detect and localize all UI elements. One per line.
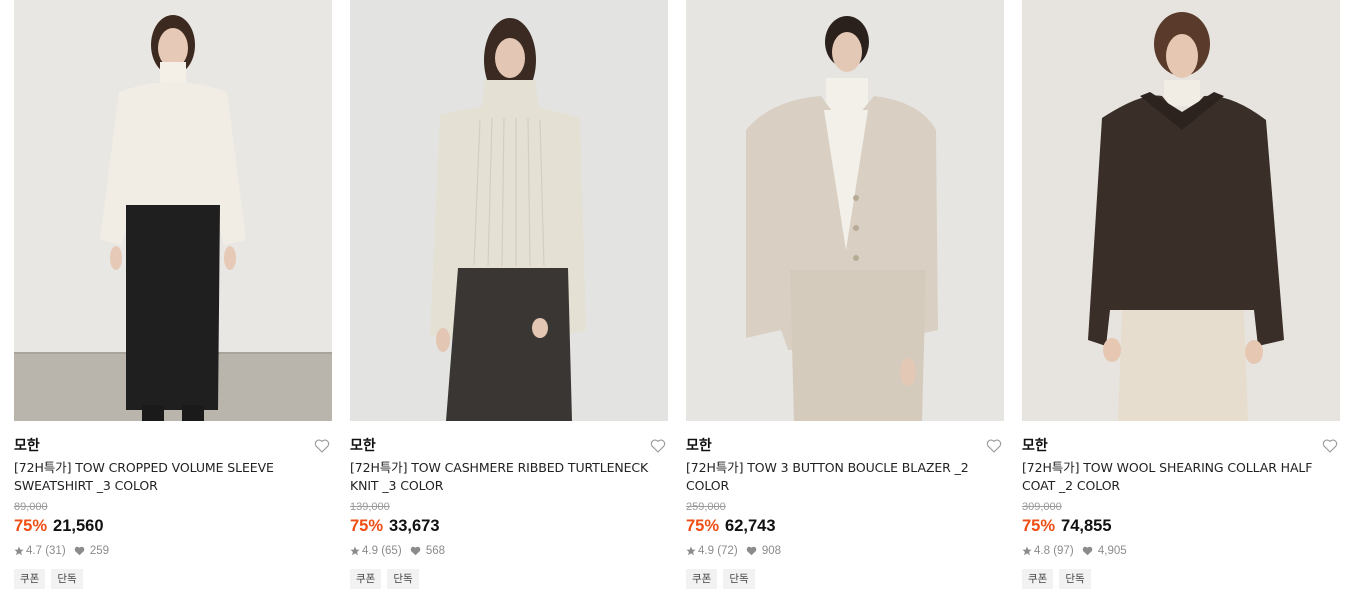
original-price: 309,000 <box>1022 501 1062 513</box>
brand-name[interactable]: 모한 <box>14 438 40 454</box>
tag-exclusive: 단독 <box>51 569 83 589</box>
heart-filled-icon <box>74 546 84 556</box>
tag-exclusive: 단독 <box>1059 569 1091 589</box>
product-stats: 4.9 (65) 568 <box>350 543 668 559</box>
price-row: 75% 62,743 <box>686 515 1004 537</box>
heart-filled-icon <box>746 546 756 556</box>
brand-name[interactable]: 모한 <box>350 438 376 454</box>
original-price: 259,000 <box>686 501 726 513</box>
heart-icon[interactable] <box>650 438 666 454</box>
product-card[interactable]: 모한 [72H특가] TOW WOOL SHEARING COLLAR HALF… <box>1022 0 1340 589</box>
product-card[interactable]: 모한 [72H특가] TOW CROPPED VOLUME SLEEVE SWE… <box>14 0 332 589</box>
product-title[interactable]: [72H특가] TOW 3 BUTTON BOUCLE BLAZER _2 CO… <box>686 459 1004 495</box>
price-row: 75% 74,855 <box>1022 515 1340 537</box>
product-tags: 쿠폰 단독 <box>14 569 332 589</box>
tag-coupon: 쿠폰 <box>350 569 382 589</box>
tag-coupon: 쿠폰 <box>14 569 46 589</box>
like-count: 259 <box>89 545 110 557</box>
tag-coupon: 쿠폰 <box>686 569 718 589</box>
product-title[interactable]: [72H특가] TOW CASHMERE RIBBED TURTLENECK K… <box>350 459 668 495</box>
discount-rate: 75% <box>686 517 720 535</box>
tag-coupon: 쿠폰 <box>1022 569 1054 589</box>
rating-value: 4.8 <box>1034 545 1050 557</box>
sale-price: 33,673 <box>389 517 440 535</box>
star-icon <box>1022 546 1032 556</box>
review-count: (31) <box>45 545 66 557</box>
sale-price: 21,560 <box>53 517 104 535</box>
product-tags: 쿠폰 단독 <box>1022 569 1340 589</box>
heart-icon[interactable] <box>1322 438 1338 454</box>
heart-filled-icon <box>410 546 420 556</box>
review-count: (97) <box>1053 545 1074 557</box>
heart-icon[interactable] <box>314 438 330 454</box>
price-row: 75% 33,673 <box>350 515 668 537</box>
discount-rate: 75% <box>350 517 384 535</box>
original-price: 89,000 <box>14 501 48 513</box>
product-stats: 4.9 (72) 908 <box>686 543 1004 559</box>
like-count: 908 <box>761 545 782 557</box>
product-card[interactable]: 모한 [72H특가] TOW CASHMERE RIBBED TURTLENEC… <box>350 0 668 589</box>
tag-exclusive: 단독 <box>387 569 419 589</box>
sale-price: 62,743 <box>725 517 776 535</box>
discount-rate: 75% <box>14 517 48 535</box>
heart-icon[interactable] <box>986 438 1002 454</box>
discount-rate: 75% <box>1022 517 1056 535</box>
brand-name[interactable]: 모한 <box>1022 438 1048 454</box>
like-count: 4,905 <box>1097 545 1127 557</box>
heart-filled-icon <box>1082 546 1092 556</box>
product-title[interactable]: [72H특가] TOW CROPPED VOLUME SLEEVE SWEATS… <box>14 459 332 495</box>
product-card[interactable]: 모한 [72H특가] TOW 3 BUTTON BOUCLE BLAZER _2… <box>686 0 1004 589</box>
rating-value: 4.9 <box>362 545 378 557</box>
product-image[interactable] <box>1022 0 1340 421</box>
product-tags: 쿠폰 단독 <box>686 569 1004 589</box>
product-image[interactable] <box>14 0 332 421</box>
price-row: 75% 21,560 <box>14 515 332 537</box>
product-tags: 쿠폰 단독 <box>350 569 668 589</box>
review-count: (65) <box>381 545 402 557</box>
tag-exclusive: 단독 <box>723 569 755 589</box>
product-stats: 4.8 (97) 4,905 <box>1022 543 1340 559</box>
rating-value: 4.7 <box>26 545 42 557</box>
review-count: (72) <box>717 545 738 557</box>
original-price: 139,000 <box>350 501 390 513</box>
sale-price: 74,855 <box>1061 517 1112 535</box>
star-icon <box>14 546 24 556</box>
product-image[interactable] <box>686 0 1004 421</box>
like-count: 568 <box>425 545 446 557</box>
star-icon <box>686 546 696 556</box>
product-title[interactable]: [72H특가] TOW WOOL SHEARING COLLAR HALF CO… <box>1022 459 1340 495</box>
product-stats: 4.7 (31) 259 <box>14 543 332 559</box>
product-grid: 모한 [72H특가] TOW CROPPED VOLUME SLEEVE SWE… <box>0 0 1350 608</box>
star-icon <box>350 546 360 556</box>
rating-value: 4.9 <box>698 545 714 557</box>
brand-name[interactable]: 모한 <box>686 438 712 454</box>
product-image[interactable] <box>350 0 668 421</box>
